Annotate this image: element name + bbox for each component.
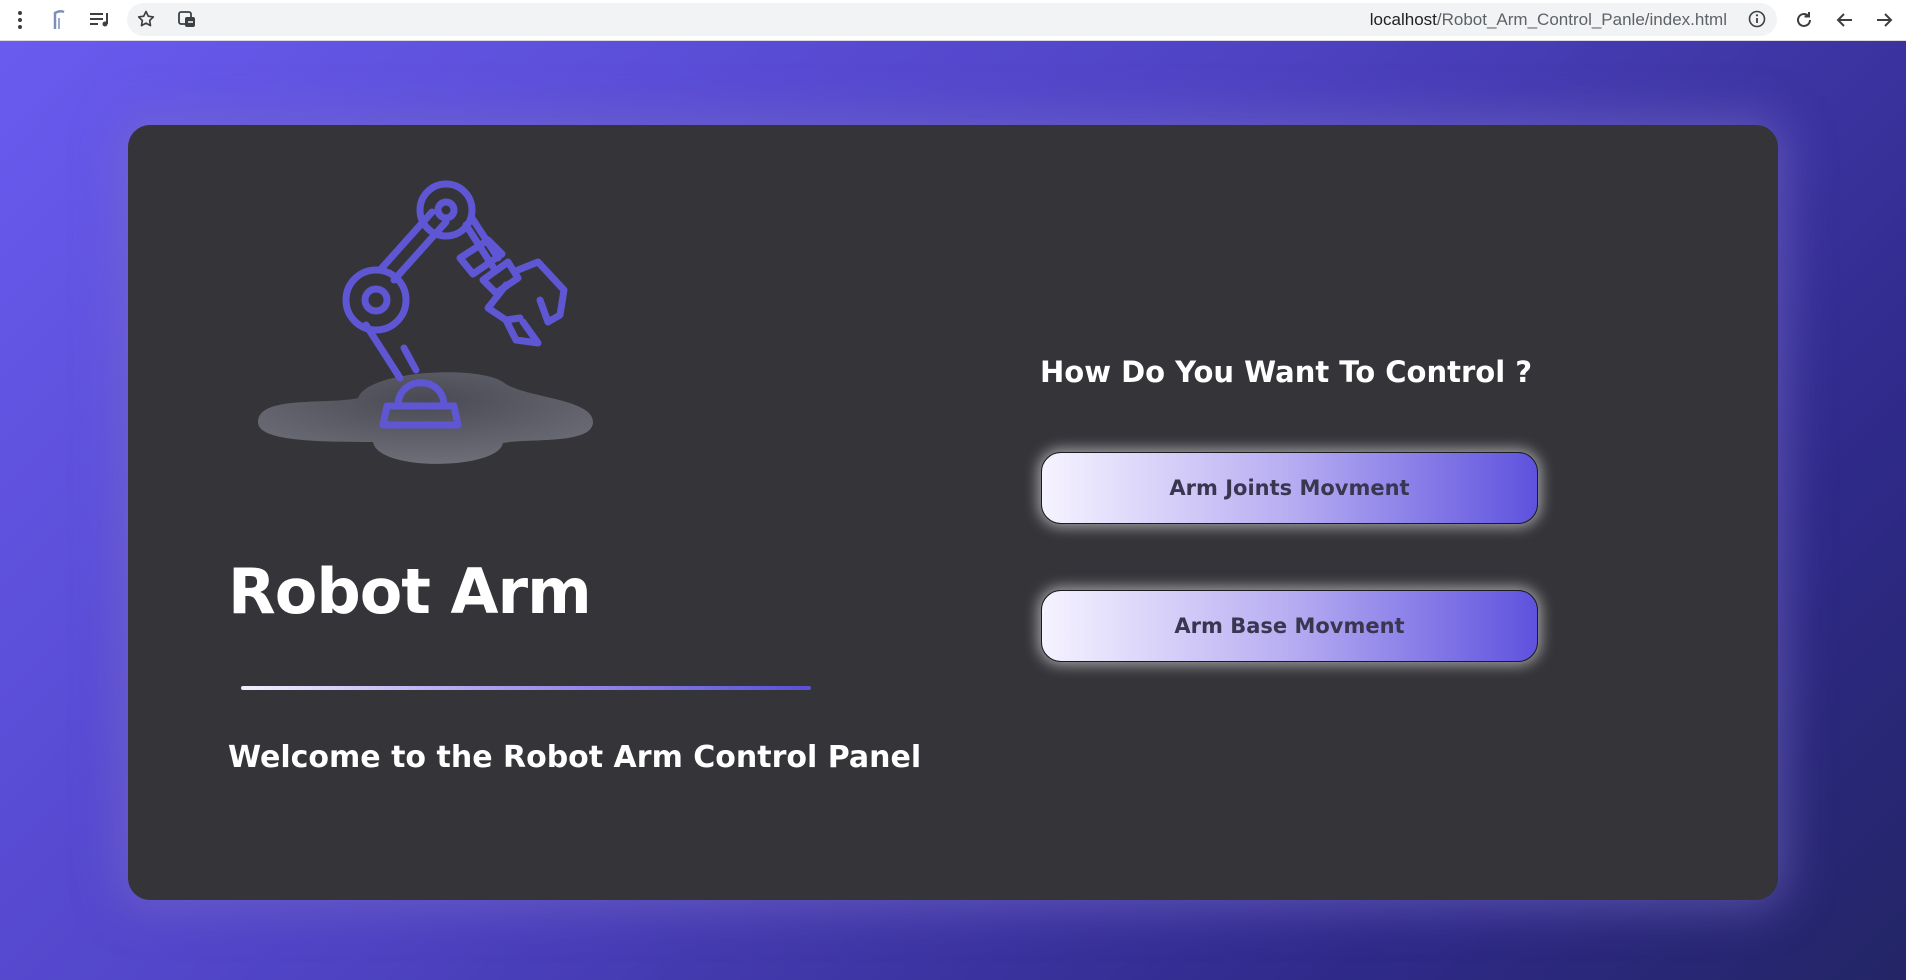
more-menu-icon[interactable] (6, 6, 34, 34)
site-info-icon[interactable] (1743, 5, 1771, 33)
title-divider (241, 686, 811, 690)
arm-joints-movement-button[interactable]: Arm Joints Movment (1041, 452, 1538, 524)
url-path: /Robot_Arm_Control_Panle/index.html (1436, 10, 1727, 29)
robot-arm-icon (258, 180, 593, 464)
arm-base-movement-button[interactable]: Arm Base Movment (1041, 590, 1538, 662)
back-arrow-icon[interactable] (1831, 6, 1859, 34)
control-question: How Do You Want To Control ? (1040, 355, 1533, 389)
translate-icon[interactable] (173, 5, 201, 33)
reading-list-icon[interactable] (86, 6, 114, 34)
control-panel-card: Robot Arm Welcome to the Robot Arm Contr… (128, 125, 1778, 900)
extension-icon[interactable] (45, 6, 73, 34)
forward-arrow-icon[interactable] (1870, 6, 1898, 34)
welcome-text: Welcome to the Robot Arm Control Panel (228, 740, 922, 775)
reload-icon[interactable] (1790, 6, 1818, 34)
url-text[interactable]: localhost/Robot_Arm_Control_Panle/index.… (1370, 10, 1727, 30)
page-title: Robot Arm (228, 555, 592, 628)
url-host: localhost (1369, 10, 1437, 29)
browser-toolbar: localhost/Robot_Arm_Control_Panle/index.… (0, 0, 1906, 41)
address-bar[interactable]: localhost/Robot_Arm_Control_Panle/index.… (127, 3, 1777, 36)
bookmark-star-icon[interactable] (132, 5, 160, 33)
